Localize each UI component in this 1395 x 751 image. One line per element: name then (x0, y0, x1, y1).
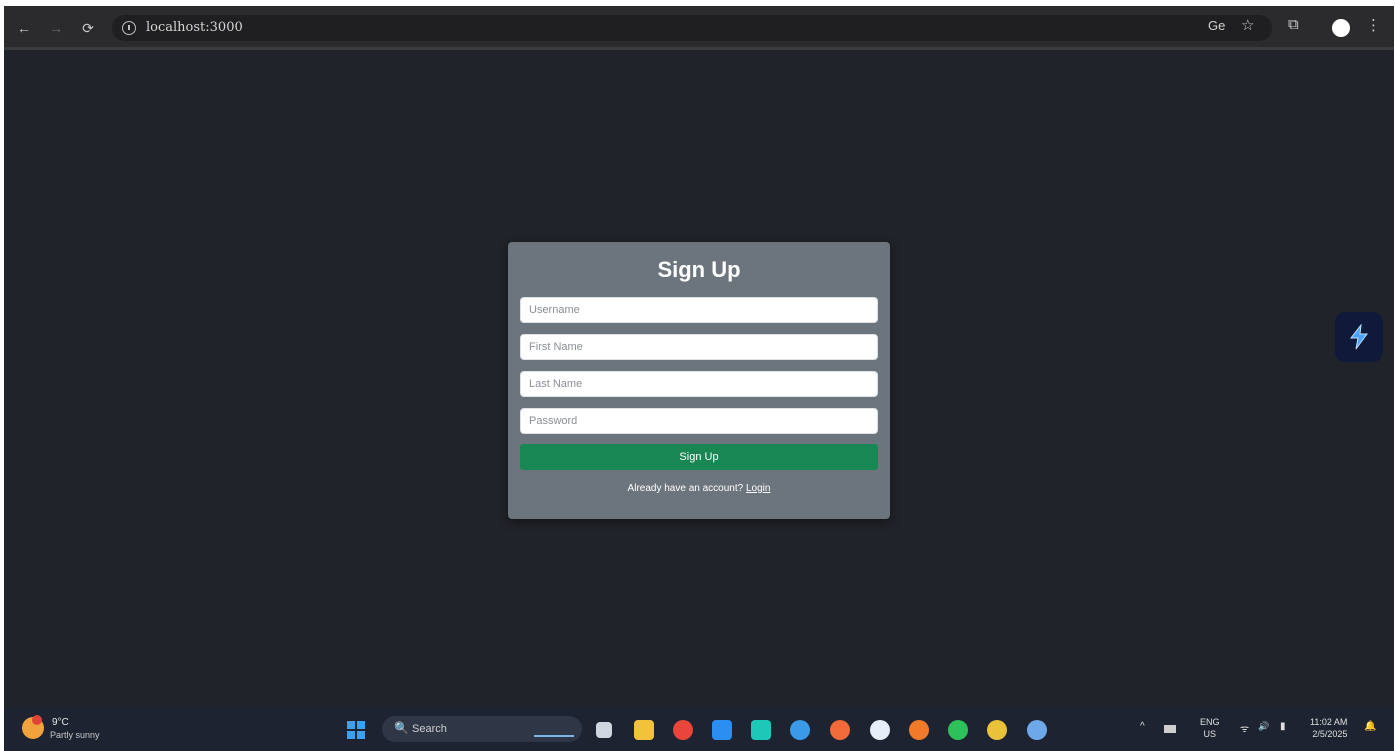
profile-avatar[interactable] (1332, 19, 1350, 37)
translate-icon[interactable]: Gе (1208, 18, 1225, 33)
username-input[interactable] (520, 297, 878, 323)
postman-icon[interactable] (830, 720, 850, 740)
clock-time: 11:02 AM (1310, 717, 1348, 727)
screen: ← → ⟳ localhost:3000 Gе ☆ ⧉ ⋮ Sign Up Si… (4, 6, 1394, 751)
wifi-icon[interactable]: ᯤ (1240, 721, 1249, 735)
floating-assistant-button[interactable] (1335, 312, 1383, 362)
reload-icon[interactable]: ⟳ (78, 18, 98, 38)
vscode-icon[interactable] (712, 720, 732, 740)
signup-button[interactable]: Sign Up (520, 444, 878, 470)
signup-title: Sign Up (657, 257, 741, 282)
tray-device-icon[interactable] (1164, 725, 1176, 733)
tray-overflow-icon[interactable]: ^ (1140, 721, 1145, 732)
clock-date: 2/5/2025 (1312, 729, 1348, 739)
extensions-icon[interactable]: ⧉ (1288, 16, 1299, 33)
browser-toolbar: ← → ⟳ localhost:3000 Gе ☆ ⧉ ⋮ (4, 6, 1394, 50)
last-name-input[interactable] (520, 371, 878, 397)
app-icon[interactable] (870, 720, 890, 740)
chrome-icon[interactable] (673, 720, 693, 740)
file-explorer-icon[interactable] (634, 720, 654, 740)
signup-card: Sign Up Sign Up Already have an account?… (508, 242, 890, 519)
login-prompt-text: Already have an account? (627, 483, 744, 494)
url-text[interactable]: localhost:3000 (146, 20, 243, 35)
forward-arrow-icon[interactable]: → (46, 18, 66, 38)
volume-icon[interactable]: 🔊 (1258, 721, 1269, 732)
taskbar: 9°C Partly sunny 🔍 Search ^ ENG US ᯤ 🔊 ▮ (4, 707, 1394, 751)
pycharm-icon[interactable] (751, 720, 771, 740)
clock[interactable]: 11:02 AM 2/5/2025 (1310, 716, 1347, 740)
lightning-icon (1349, 324, 1368, 350)
battery-icon[interactable]: ▮ (1280, 721, 1286, 732)
language-code: ENG (1200, 717, 1220, 727)
first-name-input[interactable] (520, 334, 878, 360)
login-prompt: Already have an account? Login (508, 483, 890, 494)
site-info-icon[interactable] (122, 21, 136, 35)
notification-bell-icon[interactable]: 🔔 (1364, 721, 1376, 732)
address-bar[interactable]: localhost:3000 (112, 15, 1272, 41)
region-code: US (1203, 729, 1217, 739)
search-icon: 🔍 (394, 721, 409, 735)
docker-icon[interactable] (790, 720, 810, 740)
windows-start-icon[interactable] (347, 721, 365, 739)
menu-icon[interactable]: ⋮ (1366, 16, 1381, 34)
notification-badge (32, 715, 42, 725)
whatsapp-icon[interactable] (948, 720, 968, 740)
taskbar-search[interactable]: 🔍 Search (382, 716, 582, 742)
language-indicator[interactable]: ENG US (1200, 716, 1220, 740)
task-view-icon[interactable] (596, 722, 612, 738)
firefox-icon[interactable] (909, 720, 929, 740)
login-link[interactable]: Login (746, 483, 770, 494)
weather-temperature[interactable]: 9°C (52, 717, 69, 728)
weather-condition[interactable]: Partly sunny (50, 730, 100, 740)
search-highlight-icon (534, 721, 574, 737)
back-arrow-icon[interactable]: ← (14, 18, 34, 38)
search-label: Search (412, 723, 447, 735)
password-input[interactable] (520, 408, 878, 434)
chrome-canary-icon[interactable] (1027, 720, 1047, 740)
chrome-profile-icon[interactable] (987, 720, 1007, 740)
star-icon[interactable]: ☆ (1241, 16, 1254, 34)
